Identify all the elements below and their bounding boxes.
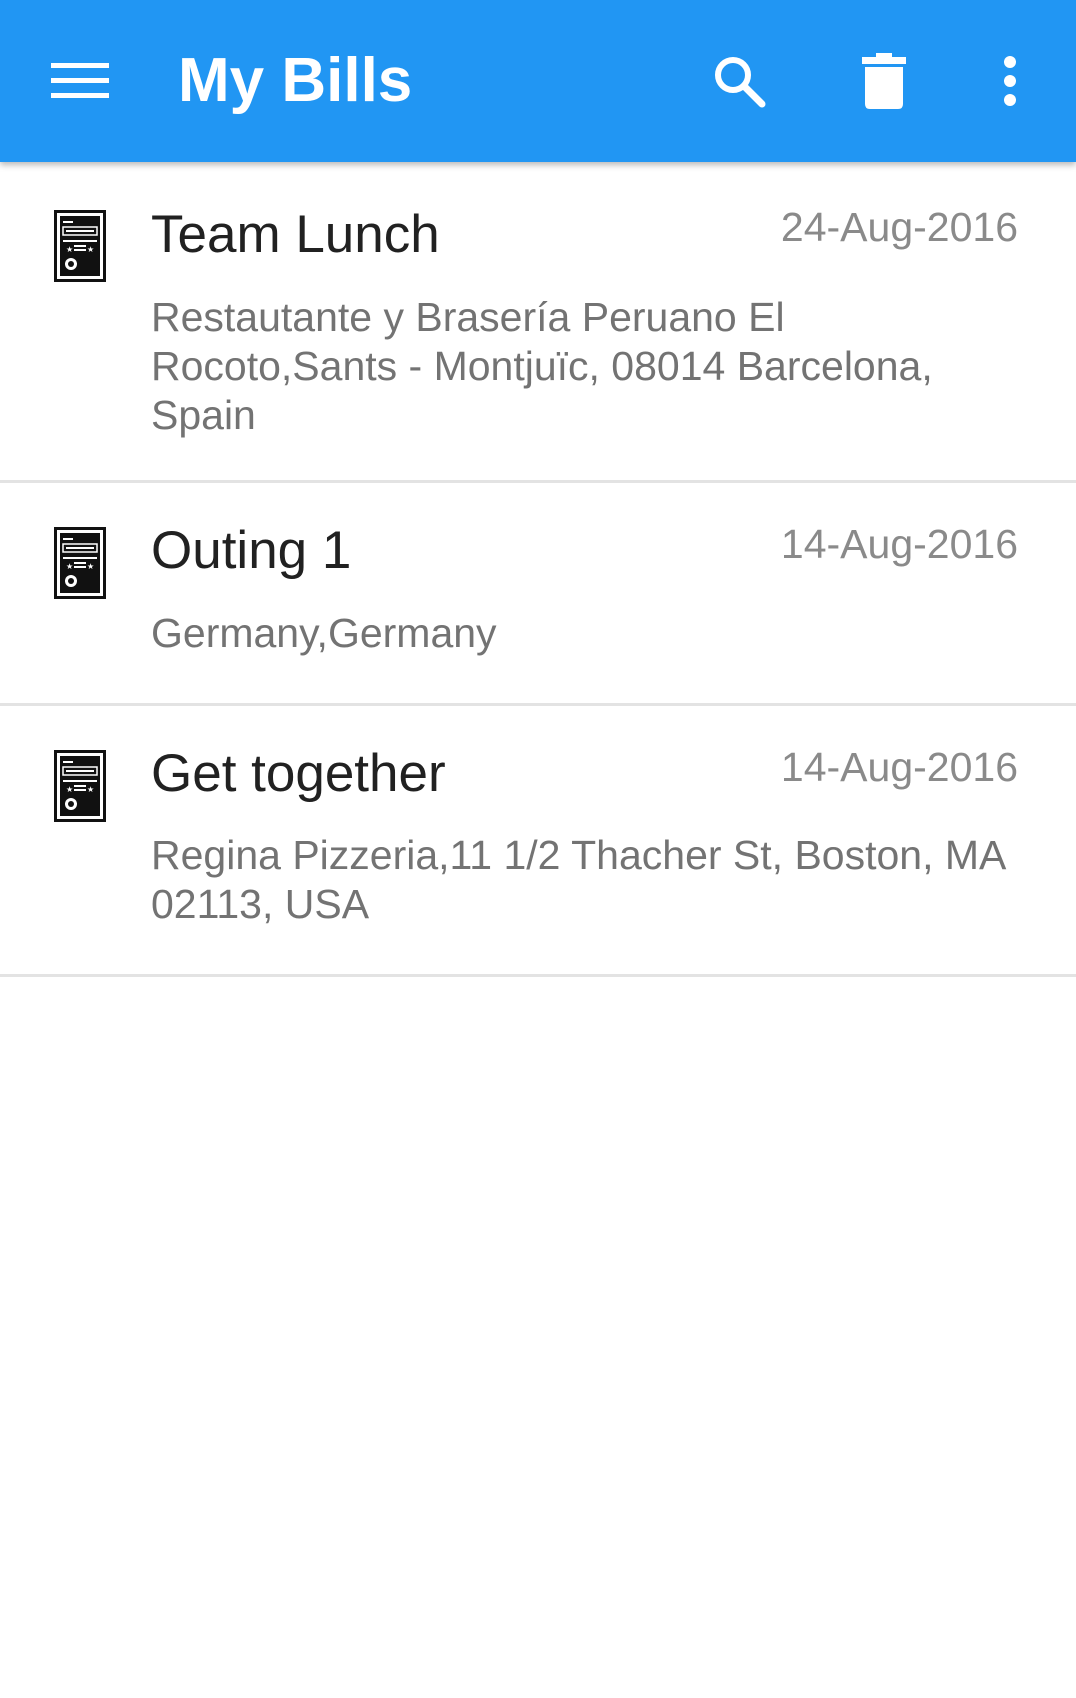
page-title: My Bills: [178, 46, 413, 115]
bill-date: 24-Aug-2016: [780, 204, 1018, 250]
bill-receipt-icon: ★ ★: [54, 210, 106, 282]
search-icon: [715, 57, 766, 108]
bill-address: Germany,Germany: [151, 610, 497, 656]
bill-date: 14-Aug-2016: [780, 744, 1018, 790]
delete-button[interactable]: [844, 41, 924, 121]
bill-name: Outing 1: [151, 521, 352, 580]
bill-list-item[interactable]: ★ ★ Get together 14-Aug-2016 Regina Pizz…: [0, 706, 1076, 977]
more-vertical-icon: [1004, 56, 1016, 106]
bill-receipt-icon: ★ ★: [54, 527, 106, 599]
svg-text:★: ★: [87, 245, 94, 254]
bill-list-item[interactable]: ★ ★ Outing 1 14-Aug-2016 Germany,Germany: [0, 483, 1076, 706]
menu-button[interactable]: [40, 41, 120, 121]
search-button[interactable]: [699, 41, 779, 121]
bill-date: 14-Aug-2016: [780, 521, 1018, 567]
bill-address: Restautante y Brasería Peruano El Rocoto…: [151, 294, 933, 438]
hamburger-menu-icon: [51, 63, 109, 98]
svg-text:★: ★: [87, 562, 94, 571]
bill-receipt-icon: ★ ★: [54, 750, 106, 822]
app-bar: My Bills: [0, 0, 1076, 162]
bill-name: Team Lunch: [151, 205, 440, 264]
bills-list: ★ ★ Team Lunch 24-Aug-2016 Restautante y…: [0, 162, 1076, 977]
bill-address: Regina Pizzeria,11 1/2 Thacher St, Bosto…: [151, 832, 1005, 927]
svg-text:★: ★: [66, 245, 73, 254]
trash-icon: [862, 53, 906, 109]
svg-text:★: ★: [66, 785, 73, 794]
more-options-button[interactable]: [970, 41, 1050, 121]
svg-text:★: ★: [87, 785, 94, 794]
svg-text:★: ★: [66, 562, 73, 571]
bill-list-item[interactable]: ★ ★ Team Lunch 24-Aug-2016 Restautante y…: [0, 162, 1076, 483]
bill-name: Get together: [151, 744, 446, 803]
